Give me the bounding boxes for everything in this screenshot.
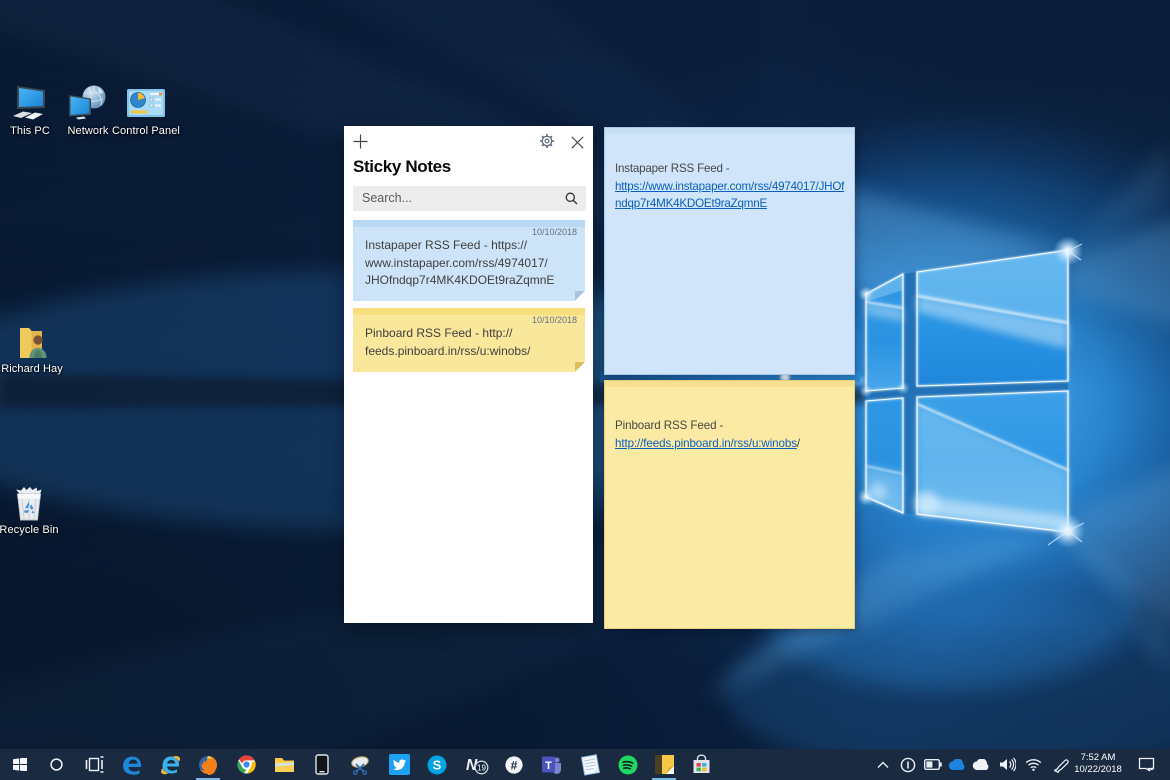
svg-text:19: 19 [477, 763, 486, 772]
svg-text:S: S [433, 757, 442, 772]
svg-text:#: # [511, 758, 518, 772]
svg-text:T: T [545, 760, 552, 772]
